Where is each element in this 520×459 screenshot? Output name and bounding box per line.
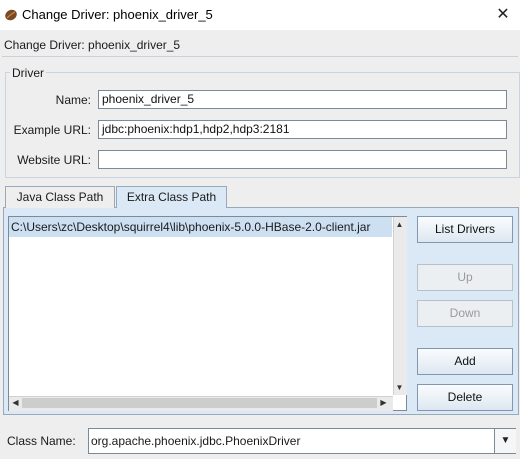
- vertical-scrollbar[interactable]: [393, 217, 407, 395]
- list-item[interactable]: C:\Users\zc\Desktop\squirrel4\lib\phoeni…: [11, 220, 370, 234]
- list-drivers-button[interactable]: List Drivers: [417, 216, 513, 243]
- close-icon[interactable]: ✕: [490, 3, 516, 27]
- tab-java-class-path[interactable]: Java Class Path: [5, 186, 115, 208]
- window-title: Change Driver: phoenix_driver_5: [22, 7, 213, 22]
- header-separator: [2, 56, 518, 57]
- class-name-value[interactable]: org.apache.phoenix.jdbc.PhoenixDriver: [91, 434, 300, 448]
- name-label: Name:: [55, 93, 91, 107]
- delete-button[interactable]: Delete: [417, 384, 513, 411]
- scroll-up-icon[interactable]: ▲: [393, 219, 406, 231]
- example-url-label: Example URL:: [13, 123, 91, 137]
- website-url-label: Website URL:: [17, 153, 91, 167]
- scroll-left-icon[interactable]: ◀: [9, 397, 22, 409]
- class-name-label: Class Name:: [7, 434, 76, 448]
- driver-group-legend: Driver: [10, 66, 46, 80]
- horizontal-scroll-thumb[interactable]: [22, 398, 377, 408]
- chevron-down-icon[interactable]: ▼: [494, 429, 516, 453]
- scroll-right-icon[interactable]: ▶: [377, 397, 390, 409]
- example-url-field[interactable]: jdbc:phoenix:hdp1,hdp2,hdp3:2181: [98, 120, 507, 139]
- scroll-down-icon[interactable]: ▼: [393, 382, 406, 394]
- website-url-field[interactable]: [98, 150, 507, 169]
- up-button[interactable]: Up: [417, 264, 513, 291]
- down-button[interactable]: Down: [417, 300, 513, 327]
- name-field[interactable]: phoenix_driver_5: [98, 90, 507, 109]
- dialog-header-title: Change Driver: phoenix_driver_5: [4, 38, 181, 52]
- add-button[interactable]: Add: [417, 348, 513, 375]
- class-path-list[interactable]: [8, 216, 407, 411]
- tab-extra-class-path[interactable]: Extra Class Path: [116, 186, 227, 208]
- coffee-bean-icon: [5, 9, 17, 21]
